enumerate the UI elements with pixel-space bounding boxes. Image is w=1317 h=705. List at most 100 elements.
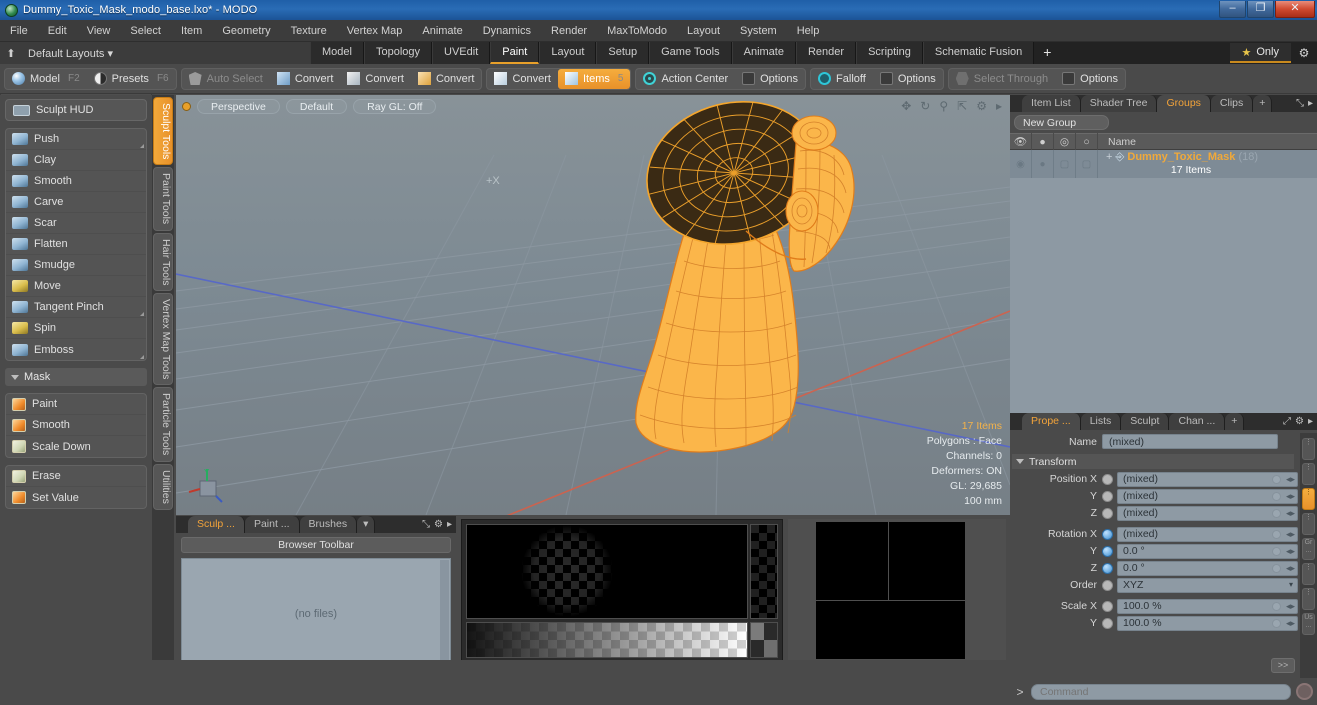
sculpt-hud-button[interactable]: Sculpt HUD xyxy=(5,99,147,121)
spinner-arrows-icon[interactable]: ◂▸ xyxy=(1286,599,1295,613)
menu-item-dynamics[interactable]: Dynamics xyxy=(473,20,541,42)
texture-preview-b[interactable] xyxy=(889,522,965,600)
view-mode-button[interactable]: Perspective xyxy=(197,98,280,114)
side-strip-item-5[interactable]: ⋮ xyxy=(1302,563,1315,585)
expand-corner-icon[interactable] xyxy=(140,355,144,359)
layout-tab-render[interactable]: Render xyxy=(795,42,857,64)
expand-icon[interactable]: ⤡ xyxy=(422,519,430,530)
tab-sculpt[interactable]: Sculpt xyxy=(1121,413,1170,430)
tab-shader-tree[interactable]: Shader Tree xyxy=(1080,95,1158,112)
lock-icon[interactable]: ○ xyxy=(1076,133,1098,150)
menu-item-maxtomodo[interactable]: MaxToModo xyxy=(597,20,677,42)
gradient-ramp-preview[interactable] xyxy=(466,622,748,658)
tool-smooth[interactable]: Smooth xyxy=(6,415,146,436)
layout-tab-topology[interactable]: Topology xyxy=(363,42,433,64)
layout-tab-schematic-fusion[interactable]: Schematic Fusion xyxy=(922,42,1035,64)
only-toggle-button[interactable]: ★ Only xyxy=(1229,43,1291,63)
spinner-arrows-icon[interactable]: ◂▸ xyxy=(1286,506,1295,520)
tool-clay[interactable]: Clay xyxy=(6,150,146,171)
side-strip-item-users[interactable]: Us ... xyxy=(1302,613,1315,635)
shading-mode-button[interactable]: Default xyxy=(285,98,348,114)
property-keyframe-toggle[interactable] xyxy=(1102,528,1113,540)
expand-icon[interactable]: ⤡ xyxy=(1296,98,1304,109)
groups-list-body[interactable]: ◉ ● ▢ ▢ + ⎆ Dummy_Toxic_Mask (18) 17 Ite… xyxy=(1010,150,1317,414)
side-strip-item-4[interactable]: ⋮ xyxy=(1302,513,1315,535)
vtab-paint-tools[interactable]: Paint Tools xyxy=(153,167,173,231)
tool-button-convert[interactable]: Convert xyxy=(340,69,411,89)
layout-tab-paint[interactable]: Paint xyxy=(490,42,540,64)
tool-button-falloff[interactable]: Falloff xyxy=(811,69,873,89)
menu-item-item[interactable]: Item xyxy=(171,20,212,42)
render-icon[interactable]: ● xyxy=(1032,133,1054,150)
new-group-button[interactable]: New Group xyxy=(1014,115,1109,130)
panel-menu-icon[interactable] xyxy=(1010,95,1022,112)
texture-preview-a[interactable] xyxy=(816,522,888,600)
menu-item-vertex-map[interactable]: Vertex Map xyxy=(337,20,413,42)
row-wire-toggle[interactable]: ▢ xyxy=(1054,150,1076,178)
eye-icon[interactable]: 👁 xyxy=(1010,133,1032,150)
spinner-arrows-icon[interactable]: ◂▸ xyxy=(1286,561,1295,575)
expand-corner-icon[interactable] xyxy=(140,144,144,148)
tool-erase[interactable]: Erase xyxy=(6,466,146,487)
zoom-icon[interactable]: ⚲ xyxy=(939,99,948,113)
browser-file-area[interactable]: (no files) xyxy=(181,558,451,670)
vtab-vertex-map-tools[interactable]: Vertex Map Tools xyxy=(153,293,173,386)
tool-button-convert[interactable]: Convert xyxy=(411,69,482,89)
gear-icon[interactable]: ⚙ xyxy=(1291,42,1317,64)
menu-item-animate[interactable]: Animate xyxy=(412,20,472,42)
properties-more-button[interactable]: >> xyxy=(1271,658,1295,673)
side-strip-item-3[interactable]: ⋮ xyxy=(1302,488,1315,510)
3d-viewport[interactable]: Perspective Default Ray GL: Off ✥ ↻ ⚲ ⇱ … xyxy=(176,95,1010,515)
menu-item-render[interactable]: Render xyxy=(541,20,597,42)
vtab-particle-tools[interactable]: Particle Tools xyxy=(153,387,173,462)
property-value-field[interactable]: 0.0 ° ◂▸ xyxy=(1117,543,1298,559)
tool-button-presets[interactable]: Presets F6 xyxy=(87,69,176,89)
transform-section-header[interactable]: Transform xyxy=(1012,454,1294,469)
side-strip-item-6[interactable]: ⋮ xyxy=(1302,588,1315,610)
menu-item-help[interactable]: Help xyxy=(787,20,830,42)
layout-tab-layout[interactable]: Layout xyxy=(539,42,597,64)
tool-button-auto-select[interactable]: Auto Select xyxy=(182,69,270,89)
tool-flatten[interactable]: Flatten xyxy=(6,234,146,255)
tool-move[interactable]: Move xyxy=(6,276,146,297)
texture-preview-c[interactable] xyxy=(816,601,965,659)
record-icon[interactable] xyxy=(1296,683,1313,700)
spinner-arrows-icon[interactable]: ◂▸ xyxy=(1286,544,1295,558)
chevron-right-icon[interactable]: ▸ xyxy=(996,99,1002,113)
panel-menu-icon[interactable] xyxy=(176,516,188,533)
chevron-right-icon[interactable]: ▸ xyxy=(1308,98,1313,109)
tab-lists[interactable]: Lists xyxy=(1080,413,1122,430)
menu-item-system[interactable]: System xyxy=(730,20,787,42)
spinner-arrows-icon[interactable]: ◂▸ xyxy=(1286,472,1295,486)
property-value-field[interactable]: 100.0 % ◂▸ xyxy=(1117,615,1298,631)
side-strip-item-1[interactable]: ⋮ xyxy=(1302,438,1315,460)
menu-item-geometry[interactable]: Geometry xyxy=(212,20,280,42)
tool-button-action-center[interactable]: Action Center xyxy=(636,69,735,89)
tool-carve[interactable]: Carve xyxy=(6,192,146,213)
tool-paint[interactable]: Paint xyxy=(6,394,146,415)
upload-icon[interactable]: ⬆ xyxy=(0,47,22,60)
menu-item-texture[interactable]: Texture xyxy=(281,20,337,42)
spinner-arrows-icon[interactable]: ◂▸ xyxy=(1286,527,1295,541)
side-strip-item-2[interactable]: ⋮ xyxy=(1302,463,1315,485)
property-value-field[interactable]: XYZ ▾ xyxy=(1117,577,1298,593)
layout-tab-animate[interactable]: Animate xyxy=(731,42,796,64)
layout-tab-scripting[interactable]: Scripting xyxy=(856,42,923,64)
table-row[interactable]: ◉ ● ▢ ▢ + ⎆ Dummy_Toxic_Mask (18) 17 Ite… xyxy=(1010,150,1317,178)
expand-corner-icon[interactable] xyxy=(140,312,144,316)
property-keyframe-toggle[interactable] xyxy=(1102,507,1113,519)
tab-sculp[interactable]: Sculp ... xyxy=(188,516,245,533)
layout-tab-uvedit[interactable]: UVEdit xyxy=(432,42,491,64)
tool-button-items[interactable]: Items 5 xyxy=(558,68,631,89)
menu-item-layout[interactable]: Layout xyxy=(677,20,730,42)
vtab-utilities[interactable]: Utilities xyxy=(153,463,173,510)
tool-smudge[interactable]: Smudge xyxy=(6,255,146,276)
tab-paint[interactable]: Paint ... xyxy=(244,516,300,533)
layout-tab-setup[interactable]: Setup xyxy=(596,42,650,64)
tool-button-select-through[interactable]: Select Through xyxy=(949,69,1055,89)
tool-button-model[interactable]: Model F2 xyxy=(5,69,87,89)
property-keyframe-toggle[interactable] xyxy=(1102,473,1113,485)
chevron-down-icon[interactable]: ▾ xyxy=(1289,578,1293,592)
menu-item-edit[interactable]: Edit xyxy=(38,20,77,42)
gear-icon[interactable]: ⚙ xyxy=(434,519,443,530)
